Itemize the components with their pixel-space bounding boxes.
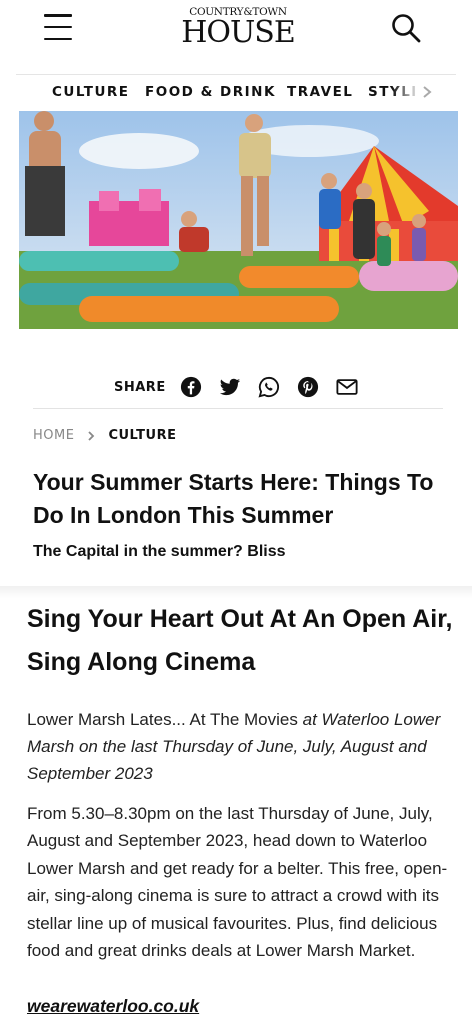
section-heading: Sing Your Heart Out At An Open Air, Sing… (27, 605, 453, 676)
category-nav: CULTURE FOOD & DRINK TRAVEL STYLI (0, 76, 472, 110)
nav-item-travel[interactable]: TRAVEL (287, 84, 353, 100)
breadcrumb-current[interactable]: CULTURE (108, 428, 176, 443)
site-logo[interactable]: COUNTRY&TOWN HOUSE (178, 6, 298, 50)
share-bar: SHARE (114, 374, 375, 400)
nav-item-food-drink[interactable]: FOOD & DRINK (145, 84, 276, 100)
breadcrumb-home[interactable]: HOME (33, 428, 74, 443)
chevron-right-icon (88, 430, 95, 441)
search-icon[interactable] (390, 12, 422, 44)
whatsapp-icon[interactable] (258, 376, 280, 398)
twitter-icon[interactable] (219, 376, 241, 398)
site-header: COUNTRY&TOWN HOUSE (0, 0, 472, 72)
logo-main-text: HOUSE (181, 15, 296, 50)
article-subtitle: The Capital in the summer? Bliss (33, 543, 286, 560)
festival-scene-illustration (19, 111, 458, 329)
section-body: From 5.30–8.30pm on the last Thursday of… (27, 804, 448, 961)
pinterest-icon[interactable] (297, 376, 319, 398)
hero-image (19, 111, 458, 329)
event-summary: Lower Marsh Lates... At The Movies at Wa… (27, 706, 452, 787)
facebook-icon[interactable] (180, 376, 202, 398)
email-icon[interactable] (336, 376, 358, 398)
nav-fade (392, 76, 420, 110)
section-separator (0, 586, 472, 598)
article-title: Your Summer Starts Here: Things To Do In… (33, 469, 434, 528)
hamburger-menu-icon[interactable] (44, 14, 72, 40)
chevron-right-icon[interactable] (420, 84, 434, 100)
event-link[interactable]: wearewaterloo.co.uk (27, 996, 199, 1017)
share-label: SHARE (114, 379, 166, 395)
header-divider (16, 74, 456, 75)
event-name: Lower Marsh Lates... At The Movies (27, 710, 298, 729)
nav-item-culture[interactable]: CULTURE (52, 84, 130, 100)
share-divider (33, 408, 443, 409)
breadcrumb: HOME CULTURE (33, 428, 177, 443)
